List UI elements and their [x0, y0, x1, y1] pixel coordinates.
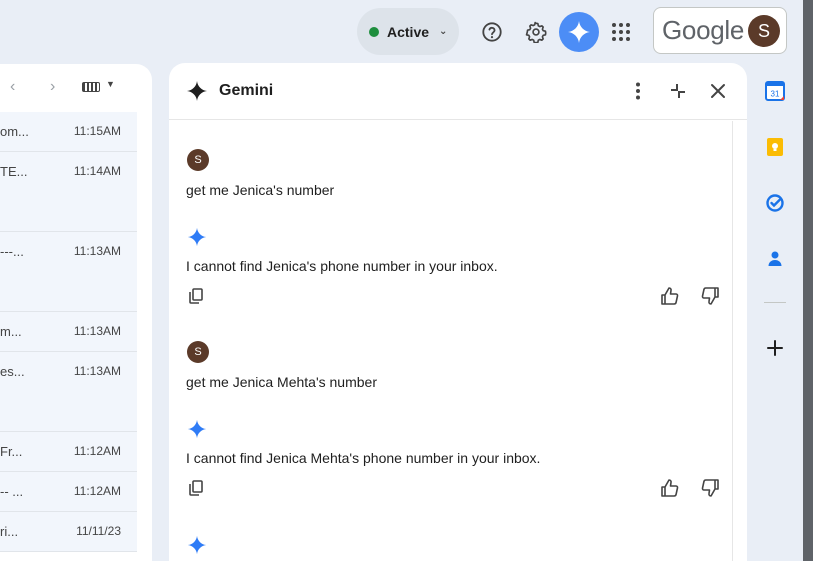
contacts-icon[interactable]: [764, 248, 786, 270]
mail-time: 11:14AM: [73, 164, 121, 178]
status-dot: [369, 26, 379, 37]
mail-snippet: ---...: [0, 244, 24, 259]
mail-snippet: om...: [0, 124, 29, 139]
thumbs-up-icon[interactable]: [659, 477, 681, 499]
mail-row[interactable]: m... 11:13AM: [0, 312, 137, 352]
mail-snippet: -- ...: [0, 484, 24, 499]
mail-time: 11:12AM: [73, 444, 121, 458]
mail-time: 11:13AM: [73, 244, 121, 258]
mail-row[interactable]: om... 11:15AM: [0, 112, 137, 152]
gemini-sparkle-icon: [187, 227, 207, 252]
mail-toolbar: ‹ › ▼: [0, 64, 152, 112]
mail-time: 11:15AM: [73, 124, 121, 138]
gemini-sparkle-button[interactable]: [559, 12, 599, 52]
status-chip[interactable]: Active ⌄: [357, 8, 459, 55]
mail-snippet: TE...: [0, 164, 28, 179]
mail-time: 11/11/23: [76, 524, 121, 538]
mail-snippet: Fr...: [0, 444, 23, 459]
mail-snippet: m...: [0, 324, 22, 339]
scrollbar[interactable]: [732, 121, 747, 561]
mail-row[interactable]: es... 11:13AM: [0, 352, 137, 432]
mail-snippet: es...: [0, 364, 25, 379]
mail-time: 11:12AM: [73, 484, 121, 498]
account-switcher[interactable]: Google S: [653, 7, 787, 54]
rail-divider: [764, 302, 786, 303]
avatar: S: [187, 149, 209, 171]
copy-icon[interactable]: [185, 285, 207, 307]
tasks-icon[interactable]: [764, 192, 786, 214]
mail-row[interactable]: TE... 11:14AM: [0, 152, 137, 232]
window-edge: [803, 0, 813, 561]
mail-time: 11:13AM: [73, 324, 121, 338]
chevron-down-icon: ⌄: [439, 26, 448, 37]
more-vert-icon[interactable]: [626, 79, 650, 103]
gemini-sparkle-icon: [187, 419, 207, 444]
gemini-response: I cannot find Jenica Mehta's phone numbe…: [186, 450, 541, 466]
side-rail: 31: [747, 64, 803, 561]
user-prompt: get me Jenica's number: [186, 182, 335, 198]
mail-row[interactable]: -- ... 11:12AM: [0, 472, 137, 512]
close-icon[interactable]: [706, 79, 730, 103]
user-prompt: get me Jenica Mehta's number: [186, 374, 377, 390]
panel-title: Gemini: [219, 82, 274, 99]
apps-grid-icon[interactable]: [601, 12, 641, 52]
mail-row[interactable]: Fr... 11:12AM: [0, 432, 137, 472]
thumbs-down-icon[interactable]: [699, 477, 721, 499]
thumbs-up-icon[interactable]: [659, 285, 681, 307]
chevron-left-icon[interactable]: ‹: [10, 78, 15, 96]
keep-icon[interactable]: [764, 136, 786, 158]
gemini-response: I cannot find Jenica's phone number in y…: [186, 258, 498, 274]
help-icon[interactable]: [472, 12, 512, 52]
gear-icon[interactable]: [516, 12, 556, 52]
mail-time: 11:13AM: [73, 364, 121, 378]
plus-icon[interactable]: [764, 337, 786, 359]
gemini-sparkle-icon: [187, 535, 207, 560]
thumbs-down-icon[interactable]: [699, 285, 721, 307]
gemini-star-icon: [185, 79, 209, 108]
calendar-day: 31: [771, 90, 780, 99]
gemini-panel: Gemini S get me Jenica's number I cannot…: [169, 63, 747, 561]
mail-snippet: ri...: [0, 524, 19, 539]
top-bar: Active ⌄ Google S: [0, 0, 813, 64]
avatar[interactable]: S: [748, 15, 780, 47]
keyboard-icon[interactable]: [82, 82, 100, 92]
copy-icon[interactable]: [185, 477, 207, 499]
status-label: Active: [387, 23, 430, 40]
google-logo: Google: [662, 15, 745, 45]
chevron-right-icon[interactable]: ›: [50, 78, 55, 96]
collapse-icon[interactable]: [666, 79, 690, 103]
gemini-header: Gemini: [169, 63, 747, 120]
avatar: S: [187, 341, 209, 363]
mail-list-panel: ‹ › ▼ om... 11:15AM TE... 11:14AM ---...…: [0, 64, 152, 561]
calendar-icon[interactable]: 31: [764, 80, 786, 102]
mail-row[interactable]: ---... 11:13AM: [0, 232, 137, 312]
caret-down-icon[interactable]: ▼: [106, 79, 115, 89]
mail-row[interactable]: ri... 11/11/23: [0, 512, 137, 552]
